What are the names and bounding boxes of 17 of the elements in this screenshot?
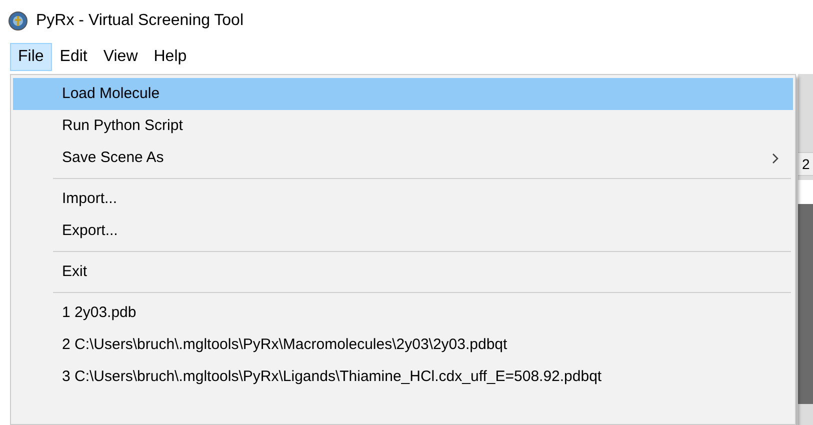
menu-item[interactable]: View [95, 43, 146, 71]
menu-item[interactable]: 1 2y03.pdb [13, 297, 793, 329]
menu-item[interactable]: Import... [13, 183, 793, 215]
menu-item[interactable]: Save Scene As [13, 142, 793, 174]
menu-item[interactable]: 2 C:\Users\bruch\.mgltools\PyRx\Macromolecules\2y03\2y03.pdbqt [13, 329, 793, 361]
window-title: PyRx - Virtual Screening Tool [36, 11, 244, 31]
menu-item[interactable]: File [10, 43, 52, 71]
menu-item[interactable]: Help [146, 43, 195, 71]
menu-item[interactable]: 3 C:\Users\bruch\.mgltools\PyRx\Ligands\Thiamine_HCl.cdx_uff_E=508.92.pdbqt [13, 361, 793, 393]
input-field[interactable] [798, 180, 813, 204]
menu-item[interactable]: Edit [52, 43, 96, 71]
menu-item[interactable]: Export... [13, 215, 793, 247]
menu-item[interactable]: Exit [13, 256, 793, 288]
menu-item[interactable]: Run Python Script [13, 110, 793, 142]
app-globe-icon [8, 11, 28, 31]
tab-label: 2 [801, 154, 810, 174]
menu-item[interactable]: Load Molecule [13, 78, 793, 110]
